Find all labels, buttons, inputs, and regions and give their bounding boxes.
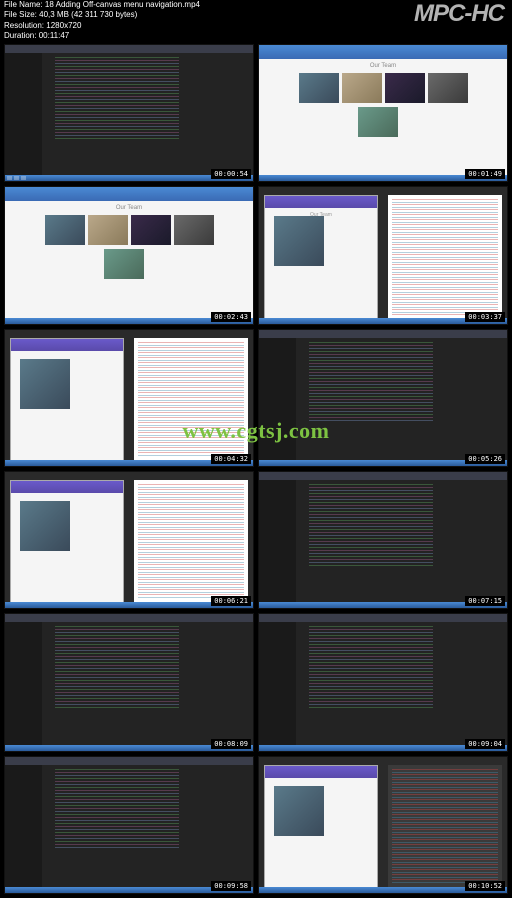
team-photo (174, 215, 214, 245)
filesize-row: File Size: 40,3 MB (42 311 730 bytes) (4, 10, 200, 20)
team-photo (104, 249, 144, 279)
team-photo (299, 73, 339, 103)
page-title: Our Team (5, 205, 253, 211)
team-photo (131, 215, 171, 245)
team-photo (88, 215, 128, 245)
thumbnail: 00:00:54 (4, 44, 254, 182)
split-devtools-pane (388, 195, 502, 318)
thumbnail-content-editor (5, 614, 253, 750)
duration-value: 00:11:47 (39, 31, 70, 40)
team-photo (20, 501, 70, 551)
filename-label: File Name: (4, 0, 43, 9)
thumbnail-timestamp: 00:05:26 (465, 454, 505, 464)
thumbnail-content-browser: Our Team (5, 187, 253, 323)
thumbnail-content-editor (259, 614, 507, 750)
thumbnail: 00:10:52 (258, 756, 508, 894)
split-browser-pane (264, 765, 378, 888)
thumbnail-timestamp: 00:07:15 (465, 596, 505, 606)
thumbnail: 00:09:04 (258, 613, 508, 751)
thumbnail: Our Team 00:01:49 (258, 44, 508, 182)
thumbnail-grid: 00:00:54 Our Team 00:01:49 Our Team (4, 44, 508, 894)
team-photos-row (30, 215, 228, 245)
filename-value: 18 Adding Off-canvas menu navigation.mp4 (45, 0, 200, 9)
team-photo (274, 786, 324, 836)
thumbnail-timestamp: 00:03:37 (465, 312, 505, 322)
thumbnail: 00:07:15 (258, 471, 508, 609)
thumbnail-content-editor (259, 472, 507, 608)
split-editor-pane (388, 765, 502, 888)
video-info-header: File Name: 18 Adding Off-canvas menu nav… (4, 0, 200, 42)
thumbnail-timestamp: 00:01:49 (465, 169, 505, 179)
team-photos-row (284, 73, 482, 103)
thumbnail-timestamp: 00:06:21 (211, 596, 251, 606)
resolution-row: Resolution: 1280x720 (4, 21, 200, 31)
duration-row: Duration: 00:11:47 (4, 31, 200, 41)
thumbnail-timestamp: 00:02:43 (211, 312, 251, 322)
team-photo (20, 359, 70, 409)
team-photo (45, 215, 85, 245)
thumbnail-timestamp: 00:09:04 (465, 739, 505, 749)
filesize-value: 40,3 MB (42 311 730 bytes) (39, 10, 137, 19)
team-photo (428, 73, 468, 103)
thumbnail-content-split: Our Team (259, 187, 507, 323)
team-photo (342, 73, 382, 103)
team-photo (358, 107, 398, 137)
thumbnail-content-split (5, 330, 253, 466)
split-browser-pane (10, 338, 124, 461)
split-browser-pane (10, 480, 124, 603)
duration-label: Duration: (4, 31, 36, 40)
page-title: Our Team (259, 63, 507, 69)
team-photo (385, 73, 425, 103)
thumbnail-content-editor (5, 45, 253, 181)
thumbnail-content-split (259, 757, 507, 893)
thumbnail: 00:06:21 (4, 471, 254, 609)
resolution-value: 1280x720 (46, 21, 81, 30)
split-browser-pane: Our Team (264, 195, 378, 318)
thumbnail: 00:09:58 (4, 756, 254, 894)
watermark-text: www.cgtsj.com (182, 418, 329, 444)
thumbnail-timestamp: 00:09:58 (211, 881, 251, 891)
thumbnail-content-editor (259, 330, 507, 466)
thumbnail: 00:08:09 (4, 613, 254, 751)
thumbnail: 00:05:26 (258, 329, 508, 467)
thumbnail: Our Team 00:03:37 (258, 186, 508, 324)
thumbnail-timestamp: 00:08:09 (211, 739, 251, 749)
filesize-label: File Size: (4, 10, 37, 19)
filename-row: File Name: 18 Adding Off-canvas menu nav… (4, 0, 200, 10)
split-devtools-pane (134, 480, 248, 603)
thumbnail: Our Team 00:02:43 (4, 186, 254, 324)
team-photo (274, 216, 324, 266)
thumbnail-content-split (5, 472, 253, 608)
thumbnail-content-browser: Our Team (259, 45, 507, 181)
thumbnail: 00:04:32 (4, 329, 254, 467)
thumbnail-timestamp: 00:04:32 (211, 454, 251, 464)
thumbnail-content-editor (5, 757, 253, 893)
resolution-label: Resolution: (4, 21, 44, 30)
thumbnail-timestamp: 00:10:52 (465, 881, 505, 891)
thumbnail-timestamp: 00:00:54 (211, 169, 251, 179)
